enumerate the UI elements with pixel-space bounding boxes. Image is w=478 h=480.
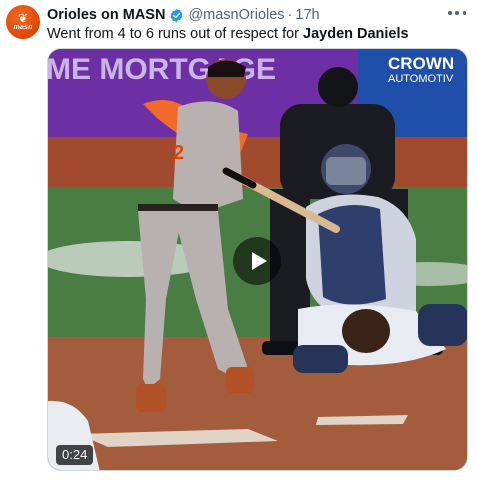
video-player[interactable]: ME MORTGAGE CROWN AUTOMOTIV 2 0:24 bbox=[47, 48, 468, 471]
oriole-bird-icon: ❦ bbox=[17, 11, 29, 25]
avatar-logo-text: masn bbox=[13, 24, 33, 31]
user-handle[interactable]: @masnOrioles bbox=[188, 7, 284, 23]
backstop-wall bbox=[48, 137, 467, 187]
tweet: ❦ masn Orioles on MASN @masnOrioles · 17… bbox=[0, 0, 478, 480]
avatar[interactable]: ❦ masn bbox=[6, 5, 40, 39]
tweet-text: Went from 4 to 6 runs out of respect for… bbox=[47, 25, 409, 43]
play-icon bbox=[251, 252, 267, 270]
jersey-number: 2 bbox=[173, 142, 184, 164]
play-button[interactable] bbox=[233, 237, 281, 285]
verified-badge-icon[interactable] bbox=[169, 8, 184, 23]
display-name[interactable]: Orioles on MASN bbox=[47, 7, 165, 23]
banner-right-text: CROWN bbox=[388, 54, 454, 73]
tweet-header: Orioles on MASN @masnOrioles · 17h bbox=[47, 6, 320, 24]
banner-right-subtext: AUTOMOTIV bbox=[388, 73, 454, 85]
timestamp[interactable]: 17h bbox=[295, 7, 319, 23]
tweet-text-prefix: Went from 4 to 6 runs out of respect for bbox=[47, 26, 304, 42]
more-options-icon[interactable] bbox=[448, 7, 466, 19]
tweet-text-mention[interactable]: Jayden Daniels bbox=[303, 26, 409, 42]
separator-dot: · bbox=[287, 7, 293, 23]
video-duration: 0:24 bbox=[56, 445, 94, 465]
